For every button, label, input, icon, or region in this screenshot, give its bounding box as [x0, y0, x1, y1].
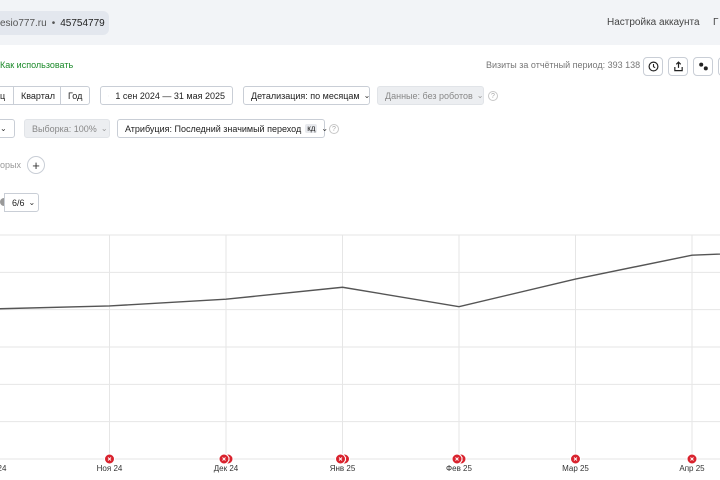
site-name: esio777.ru — [0, 17, 47, 29]
event-marker — [335, 453, 346, 465]
event-marker — [686, 453, 698, 465]
attribution-dropdown[interactable]: Атрибуция: Последний значимый переход кд… — [117, 119, 329, 138]
event-marker — [104, 453, 115, 465]
x-tick-label: Ноя 24 — [97, 464, 123, 473]
chevron-down-icon: ⌄ — [321, 124, 329, 133]
period-day-label: ц — [0, 90, 6, 101]
counter-id: 45754779 — [60, 17, 105, 29]
partial-top-link[interactable]: Г — [713, 17, 718, 28]
visits-count: Визиты за отчётный период: 393 138 — [486, 60, 641, 70]
x-tick-label: Фев 25 — [446, 464, 472, 473]
dots-icon — [698, 62, 708, 71]
chevron-down-icon: ⌄ — [100, 124, 108, 133]
period-quarter-label: Квартал — [21, 90, 56, 101]
x-tick-label: Мар 25 — [562, 464, 589, 473]
detail-label: Детализация: по месяцам — [251, 90, 360, 101]
x-tick-label: Апр 25 — [679, 464, 705, 473]
chevron-down-icon: ⌄ — [28, 198, 36, 207]
line-chart: 24 Ноя 24 Дек 24 Янв 25 Фев 25 Мар 25 Апр 25 — [0, 234, 720, 473]
period-quarter-button[interactable]: Квартал — [13, 86, 61, 105]
sample-dropdown[interactable]: Выборка: 100% ⌄ — [24, 119, 110, 138]
x-tick-label: Янв 25 — [330, 464, 356, 473]
separator-dot: • — [51, 17, 56, 29]
share-icon — [673, 61, 683, 72]
chevron-down-icon: ⌄ — [0, 124, 7, 133]
chevron-down-icon: ⌄ — [363, 91, 371, 100]
dots-button[interactable] — [693, 57, 713, 76]
sample-label: Выборка: 100% — [32, 123, 97, 134]
share-button[interactable] — [668, 57, 688, 76]
series-count-dropdown[interactable]: 6/6 ⌄ — [4, 193, 39, 212]
plus-icon: + — [32, 157, 40, 173]
series-count-label: 6/6 — [12, 197, 25, 208]
attribution-badge: кд — [305, 124, 318, 133]
clock-button[interactable] — [643, 57, 663, 76]
x-tick-label: Дек 24 — [214, 464, 239, 473]
clock-icon — [648, 61, 658, 72]
series-line — [0, 253, 720, 310]
period-year-label: Год — [68, 90, 83, 101]
account-settings-link[interactable]: Настройка аккаунта — [607, 17, 700, 28]
period-year-button[interactable]: Год — [60, 86, 90, 105]
data-filter-label: Данные: без роботов — [385, 90, 473, 101]
date-range-picker[interactable]: 1 сен 2024 — 31 мая 2025 — [100, 86, 233, 105]
data-filter-dropdown[interactable]: Данные: без роботов ⌄ — [377, 86, 484, 105]
event-marker — [570, 453, 581, 465]
chevron-down-icon: ⌄ — [476, 91, 484, 100]
date-range-label: 1 сен 2024 — 31 мая 2025 — [115, 90, 225, 101]
top-bar: esio777.ru • 45754779 Настройка аккаунта… — [0, 0, 720, 45]
event-marker — [451, 453, 463, 465]
rows-label: орых — [0, 160, 21, 170]
help-icon[interactable]: ? — [488, 91, 498, 101]
how-to-use-link[interactable]: Как использовать — [0, 60, 73, 70]
site-selector[interactable]: esio777.ru • 45754779 — [0, 11, 109, 35]
event-marker — [218, 453, 230, 465]
add-row-button[interactable]: + — [27, 156, 45, 174]
detail-dropdown[interactable]: Детализация: по месяцам ⌄ — [243, 86, 370, 105]
attribution-label: Атрибуция: Последний значимый переход — [125, 123, 302, 134]
help-icon[interactable]: ? — [329, 124, 339, 134]
segment-dropdown[interactable]: ⌄ — [0, 119, 15, 138]
x-tick-label: 24 — [0, 464, 7, 473]
